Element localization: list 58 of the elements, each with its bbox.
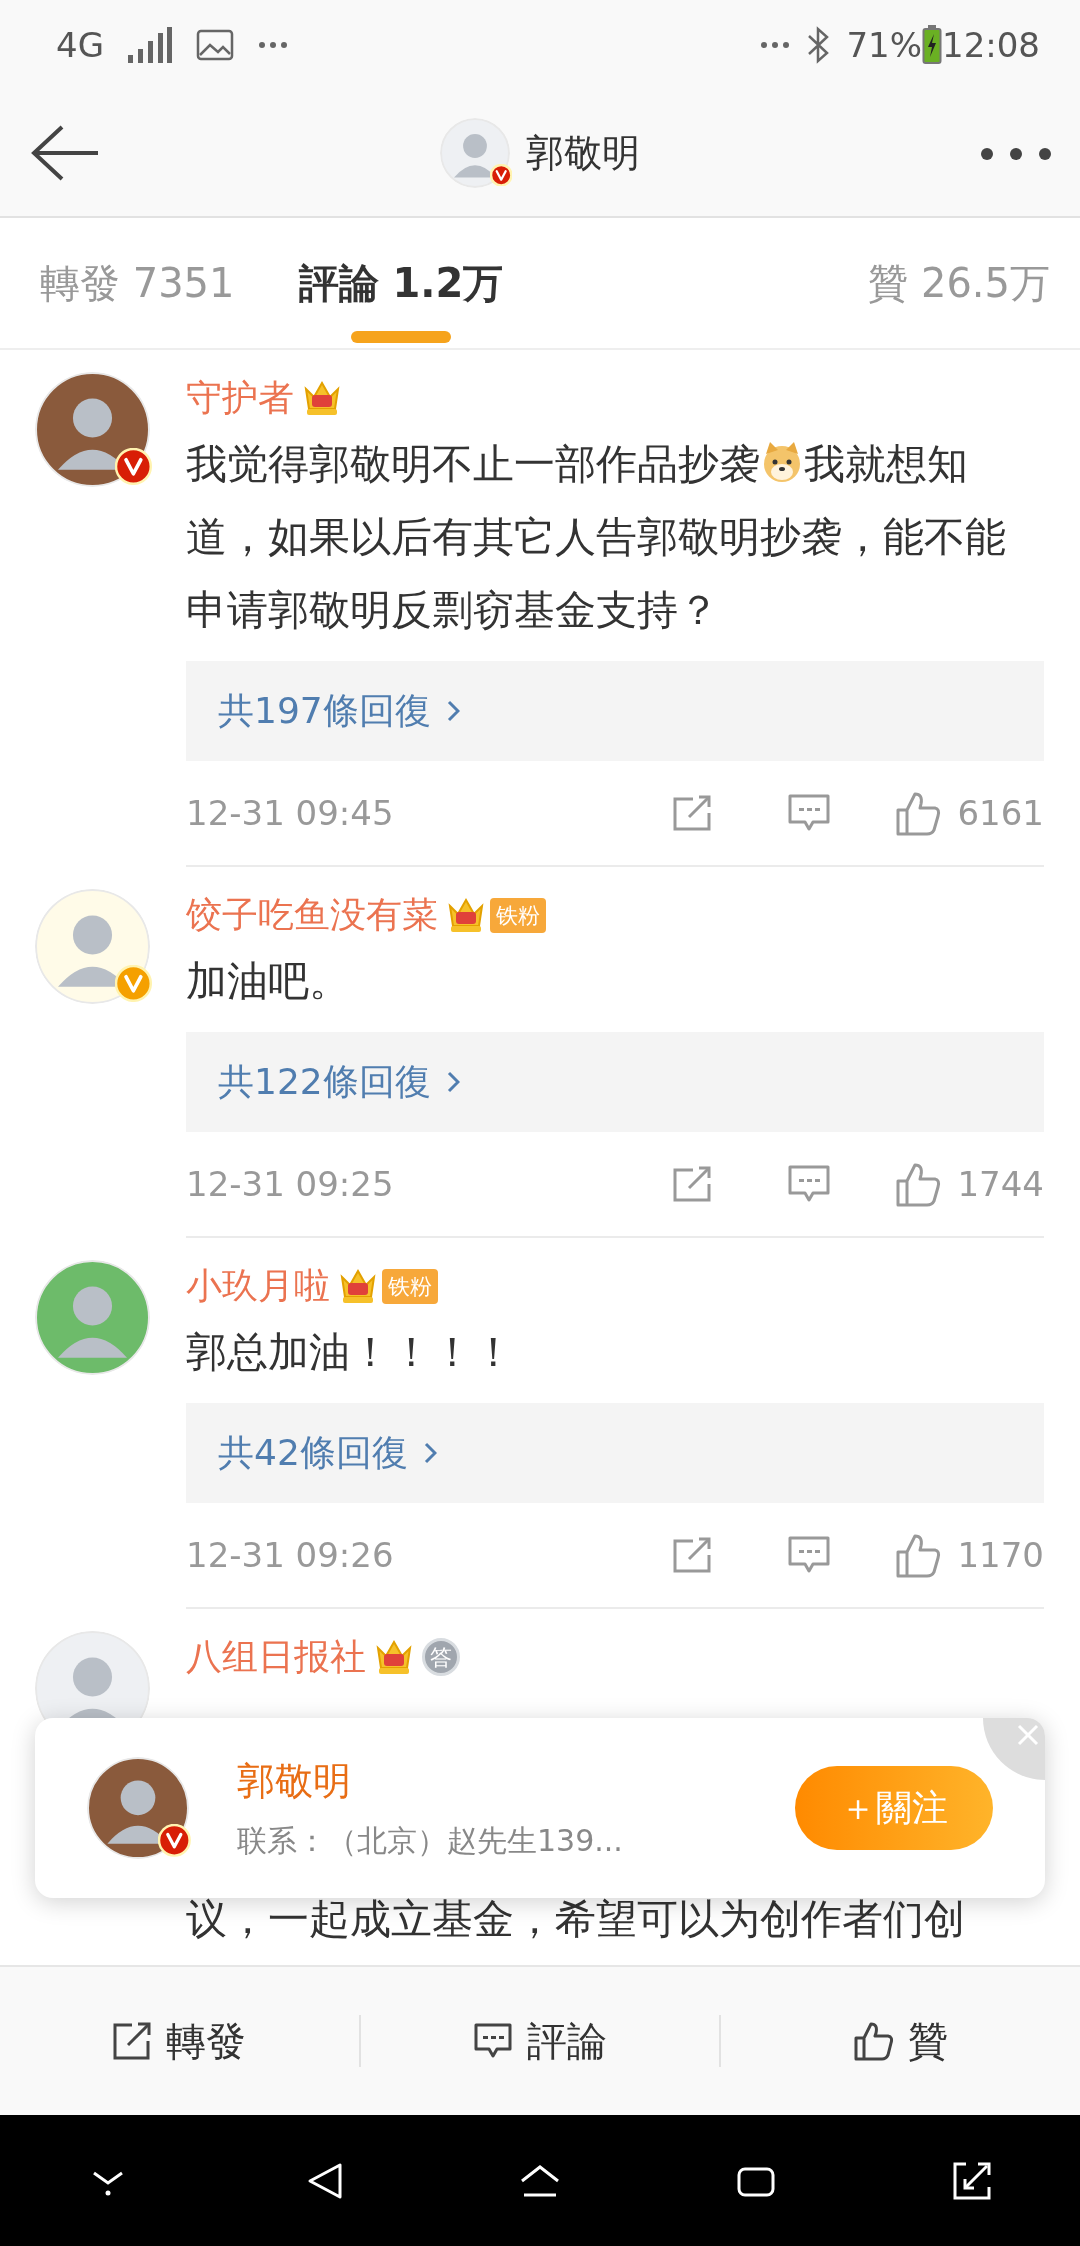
avatar: [440, 118, 510, 188]
replies-link[interactable]: 共122條回復: [186, 1032, 1044, 1132]
fan-tag: 铁粉: [382, 1268, 438, 1304]
bluetooth-icon: [806, 26, 831, 64]
thumbs-up-icon: [895, 1532, 942, 1578]
battery-icon: [922, 25, 942, 65]
like-button[interactable]: 1170: [895, 1529, 1044, 1581]
crown-badge-icon: [338, 1267, 378, 1305]
comment-text: 议，一起成立基金，希望可以为创作者们创: [186, 1894, 966, 1945]
replies-link[interactable]: 共42條回復: [186, 1403, 1044, 1503]
user-name[interactable]: 守护者: [186, 372, 294, 424]
replies-link[interactable]: 共197條回復: [186, 661, 1044, 761]
timestamp: 12-31 09:45: [186, 791, 394, 835]
crown-badge-icon: [446, 896, 486, 934]
tab[interactable]: 贊 26.5万: [868, 217, 1050, 349]
share-icon: [112, 2021, 153, 2061]
tab[interactable]: 轉發 7351: [40, 217, 235, 349]
action-button[interactable]: 轉發: [0, 2010, 359, 2072]
comment-button[interactable]: [787, 793, 832, 833]
thumbs-up-icon: [895, 790, 942, 836]
follow-button[interactable]: ＋關注: [795, 1766, 993, 1850]
user-name[interactable]: 小玖月啦: [186, 1260, 330, 1312]
thumbs-up-icon: [895, 1161, 942, 1207]
comment-text: 郭总加油！！！！: [186, 1327, 515, 1378]
timestamp: 12-31 09:26: [186, 1533, 394, 1577]
rotate-button[interactable]: [952, 2160, 992, 2201]
network-indicator: 4G: [56, 23, 104, 67]
fan-tag: 铁粉: [490, 897, 546, 933]
thumbs-up-icon: [853, 2021, 894, 2061]
timestamp: 12-31 09:25: [186, 1162, 394, 1206]
user-name[interactable]: 饺子吃鱼没有菜: [186, 889, 438, 941]
like-button[interactable]: 6161: [895, 787, 1044, 839]
comment-text: 我觉得郭敬明不止一部作品抄袭: [186, 440, 760, 488]
page-title: 郭敬明: [526, 129, 640, 177]
tab[interactable]: 評論 1.2万: [298, 217, 504, 349]
action-button[interactable]: 贊: [721, 2010, 1080, 2072]
clock: 12:08: [942, 23, 1040, 67]
like-button[interactable]: 1744: [895, 1158, 1044, 1210]
chevron-right-icon: [423, 1442, 437, 1464]
battery-percent: 71%: [846, 23, 922, 67]
image-icon: [196, 29, 234, 61]
comment-text: 我就想知: [804, 440, 968, 488]
comment-button[interactable]: [787, 1535, 832, 1575]
more-icon: [760, 41, 791, 49]
contact-text: 联系：（北京）赵先生139...: [237, 1822, 624, 1860]
chevron-right-icon: [446, 700, 460, 722]
action-button[interactable]: 評論: [360, 2010, 720, 2072]
crown-badge-icon: [374, 1638, 414, 1676]
signal-icon: [128, 27, 172, 63]
user-name[interactable]: 八组日报社: [186, 1631, 366, 1683]
user-name[interactable]: 郭敬明: [237, 1753, 779, 1810]
medal-badge: 答: [422, 1638, 460, 1676]
more-icon: [258, 41, 288, 49]
chevron-right-icon: [446, 1071, 460, 1093]
comment-text: 加油吧。: [186, 956, 351, 1007]
comment-button[interactable]: [787, 1164, 832, 1204]
comment-text: 道，如果以后有其它人告郭敬明抄袭，能不能申请郭敬明反剽窃基金支持？: [186, 512, 1007, 636]
crown-badge-icon: [302, 379, 342, 417]
